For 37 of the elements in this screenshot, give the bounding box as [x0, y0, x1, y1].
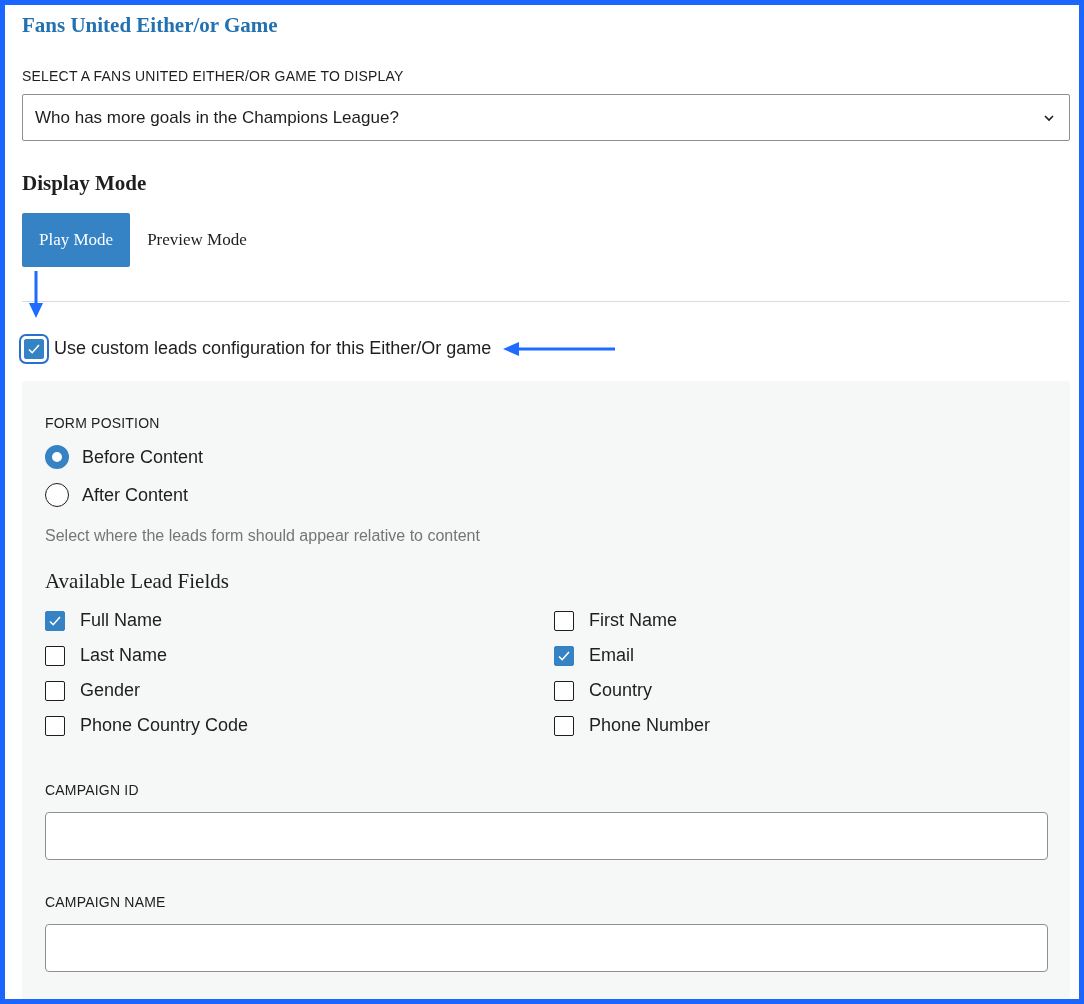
field-label: CAMPAIGN NAME	[45, 894, 167, 910]
arrow-icon	[28, 271, 44, 319]
mode-tab[interactable]: Play Mode	[22, 213, 131, 267]
checkbox[interactable]	[554, 610, 574, 631]
section-heading: Available Lead Fields	[45, 569, 230, 594]
arrow-icon	[503, 340, 616, 357]
section-heading: Display Mode	[22, 171, 148, 196]
checkbox-label: Full Name	[80, 610, 163, 631]
checkbox[interactable]	[554, 680, 574, 701]
checkbox-label: Phone Country Code	[80, 715, 249, 736]
page-title: Fans United Either/or Game	[22, 13, 279, 38]
field-label: SELECT A FANS UNITED EITHER/OR GAME TO DISPLAY	[22, 68, 405, 84]
help-text: Select where the leads form should appear relative to content	[45, 527, 481, 545]
checkbox[interactable]	[554, 645, 574, 666]
checkbox[interactable]	[45, 610, 65, 631]
checkbox-label: Use custom leads configuration for this Either/Or game	[54, 338, 492, 359]
radio-label: After Content	[82, 484, 189, 506]
mode-tab[interactable]: Preview Mode	[130, 213, 264, 267]
checkbox-label: Email	[589, 645, 634, 666]
checkbox-label: Last Name	[80, 645, 168, 666]
checkbox[interactable]	[45, 645, 65, 666]
checkbox-label: First Name	[589, 610, 677, 631]
checkbox-label: Country	[589, 680, 653, 701]
field-label: CAMPAIGN ID	[45, 782, 140, 798]
checkbox[interactable]	[45, 680, 65, 701]
radio-button[interactable]	[45, 483, 69, 507]
radio-label: Before Content	[82, 446, 204, 468]
text-field[interactable]	[45, 924, 1048, 972]
checkbox[interactable]	[554, 715, 574, 736]
game-select[interactable]: Who has more goals in the Champions League?	[22, 94, 1070, 141]
chevron-down-icon	[1043, 113, 1055, 122]
checkbox-label: Gender	[80, 680, 141, 701]
radio-button[interactable]	[45, 445, 69, 469]
checkbox-label: Phone Number	[589, 715, 711, 736]
text-field[interactable]	[45, 812, 1048, 860]
field-label: FORM POSITION	[45, 415, 161, 431]
checkbox[interactable]	[45, 715, 65, 736]
